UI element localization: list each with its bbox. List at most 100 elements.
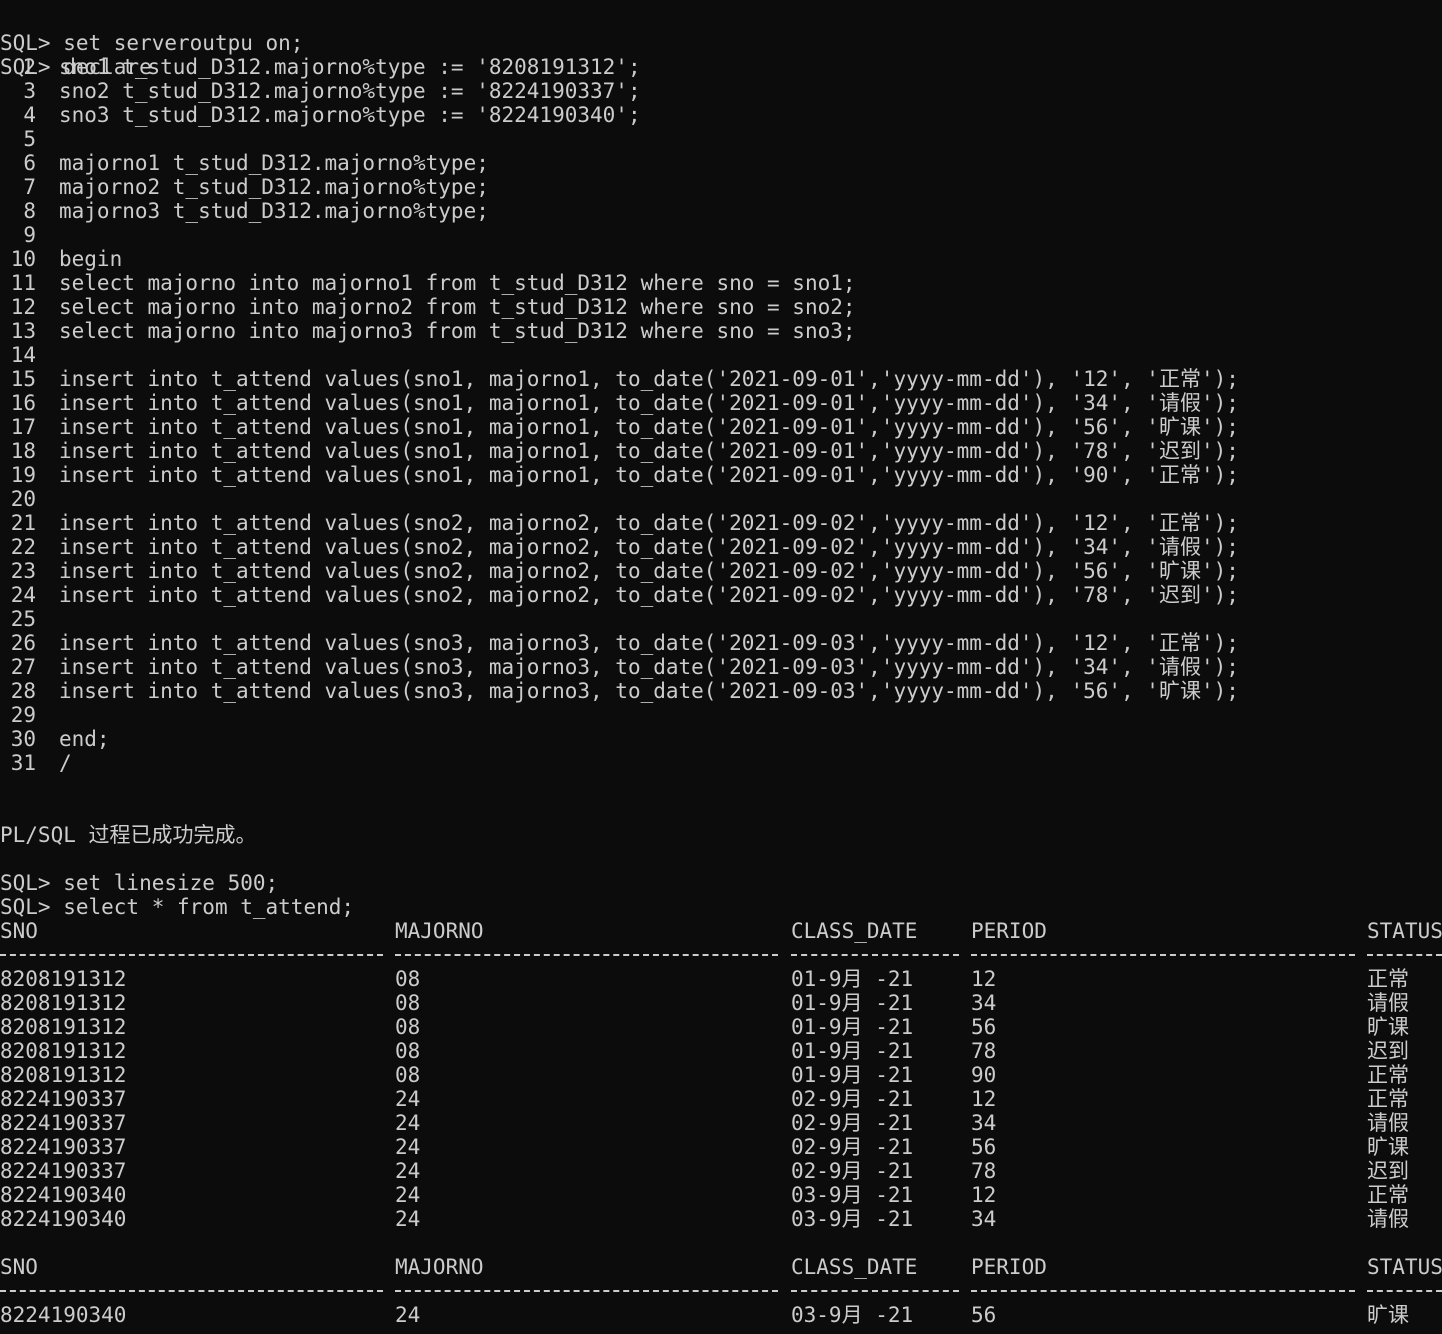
table-cell: 8224190337 <box>0 1159 127 1183</box>
table-row: 8224190337 24 02-9月 -21 34 请假 <box>0 1111 1442 1135</box>
code-line: 8 majorno3 t_stud_D312.majorno%type; <box>0 199 1442 223</box>
table-row: 8208191312 08 01-9月 -21 34 请假 <box>0 991 1442 1015</box>
column-separator <box>395 1290 778 1292</box>
line-number: 20 <box>10 487 36 511</box>
table-cell: 01-9月 -21 <box>791 991 914 1015</box>
table-cell: 34 <box>971 991 997 1015</box>
code-line: 6 majorno1 t_stud_D312.majorno%type; <box>0 151 1442 175</box>
table-cell: 8208191312 <box>0 991 127 1015</box>
column-header-status: STATUS <box>1367 919 1442 943</box>
code-line: 18 insert into t_attend values(sno1, majo… <box>0 439 1442 463</box>
code-line: 17 insert into t_attend values(sno1, majo… <box>0 415 1442 439</box>
table-cell: 03-9月 -21 <box>791 1183 914 1207</box>
table-cell: 34 <box>971 1111 997 1135</box>
code-text: insert into t_attend values(sno2, majorn… <box>59 535 1239 559</box>
terminal-window[interactable]: SQL> set serveroutpu on; SQL> declare 2s… <box>0 7 1442 1327</box>
table-cell: 正常 <box>1367 1063 1409 1087</box>
code-text: insert into t_attend values(sno1, majorn… <box>59 439 1239 463</box>
code-text: insert into t_attend values(sno2, majorn… <box>59 511 1239 535</box>
table-cell: 24 <box>395 1111 421 1135</box>
table-cell: 34 <box>971 1207 997 1231</box>
code-text: insert into t_attend values(sno1, majorn… <box>59 415 1239 439</box>
code-line: 9 <box>0 223 1442 247</box>
table-cell: 56 <box>971 1015 997 1039</box>
code-line: 19 insert into t_attend values(sno1, majo… <box>0 463 1442 487</box>
column-separator <box>971 1290 1355 1292</box>
line-number: 15 <box>10 367 36 391</box>
code-line: 24 insert into t_attend values(sno2, majo… <box>0 583 1442 607</box>
table-cell: 78 <box>971 1159 997 1183</box>
table-cell: 08 <box>395 967 421 991</box>
result-message-line: PL/SQL 过程已成功完成。 <box>0 799 1442 847</box>
sql-prompt-line: SQL> set linesize 500; <box>0 847 1442 895</box>
line-number: 31 <box>10 751 36 775</box>
code-line: 7 majorno2 t_stud_D312.majorno%type; <box>0 175 1442 199</box>
code-text: insert into t_attend values(sno3, majorn… <box>59 631 1239 655</box>
sql-prompt-line: SQL> declare <box>0 31 1442 79</box>
table-cell: 12 <box>971 1087 997 1111</box>
result-table-page: SNO MAJORNO CLASS_DATE PERIOD STATUS 82081913… <box>0 919 1442 1231</box>
table-cell: 8224190340 <box>0 1183 127 1207</box>
column-header-sno: SNO <box>0 919 38 943</box>
code-line: 28 insert into t_attend values(sno3, majo… <box>0 679 1442 703</box>
code-text: insert into t_attend values(sno3, majorn… <box>59 655 1239 679</box>
code-line: 3 sno2 t_stud_D312.majorno%type := '82241… <box>0 79 1442 103</box>
table-cell: 24 <box>395 1159 421 1183</box>
line-number: 24 <box>10 583 36 607</box>
line-number: 3 <box>23 79 36 103</box>
code-line: 26 insert into t_attend values(sno3, majo… <box>0 631 1442 655</box>
line-number: 8 <box>23 199 36 223</box>
table-cell: 请假 <box>1367 1111 1409 1135</box>
code-line: 12 select majorno into majorno2 from t_st… <box>0 295 1442 319</box>
table-cell: 24 <box>395 1183 421 1207</box>
line-number: 19 <box>10 463 36 487</box>
code-line: 10 begin <box>0 247 1442 271</box>
line-number: 16 <box>10 391 36 415</box>
column-header-class-date: CLASS_DATE <box>791 1255 918 1279</box>
column-header-period: PERIOD <box>971 1255 1047 1279</box>
code-text: insert into t_attend values(sno1, majorn… <box>59 367 1239 391</box>
table-cell: 08 <box>395 991 421 1015</box>
code-line: 13 select majorno into majorno3 from t_st… <box>0 319 1442 343</box>
code-line: 5 <box>0 127 1442 151</box>
code-text: end; <box>59 727 110 751</box>
table-cell: 56 <box>971 1135 997 1159</box>
table-row: 8224190337 24 02-9月 -21 12 正常 <box>0 1087 1442 1111</box>
code-line: 25 <box>0 607 1442 631</box>
line-number: 12 <box>10 295 36 319</box>
table-cell: 请假 <box>1367 991 1409 1015</box>
table-cell: 08 <box>395 1063 421 1087</box>
column-separator <box>791 1290 959 1292</box>
code-line: 4 sno3 t_stud_D312.majorno%type := '82241… <box>0 103 1442 127</box>
code-text: begin <box>59 247 123 271</box>
table-row: 8208191312 08 01-9月 -21 90 正常 <box>0 1063 1442 1087</box>
code-text: / <box>59 751 72 775</box>
sql-prompt-line: SQL> set serveroutpu on; <box>0 7 1442 55</box>
table-cell: 旷课 <box>1367 1135 1409 1159</box>
code-text: insert into t_attend values(sno2, majorn… <box>59 583 1239 607</box>
code-text: insert into t_attend values(sno2, majorn… <box>59 559 1239 583</box>
code-text: majorno3 t_stud_D312.majorno%type; <box>59 199 489 223</box>
code-text: select majorno into majorno1 from t_stud… <box>59 271 856 295</box>
table-cell: 01-9月 -21 <box>791 1063 914 1087</box>
column-separator <box>791 954 959 956</box>
code-line: 22 insert into t_attend values(sno2, majo… <box>0 535 1442 559</box>
code-line: 31 / <box>0 751 1442 775</box>
code-line: 30 end; <box>0 727 1442 751</box>
column-header-class-date: CLASS_DATE <box>791 919 918 943</box>
table-row: 8208191312 08 01-9月 -21 12 正常 <box>0 967 1442 991</box>
table-row: 8224190340 24 03-9月 -21 12 正常 <box>0 1183 1442 1207</box>
table-cell: 02-9月 -21 <box>791 1159 914 1183</box>
table-cell: 01-9月 -21 <box>791 1015 914 1039</box>
code-text: sno3 t_stud_D312.majorno%type := '822419… <box>59 103 641 127</box>
code-line: 27 insert into t_attend values(sno3, majo… <box>0 655 1442 679</box>
code-line: 14 <box>0 343 1442 367</box>
table-cell: 迟到 <box>1367 1039 1409 1063</box>
table-cell: 8208191312 <box>0 1015 127 1039</box>
column-header-sno: SNO <box>0 1255 38 1279</box>
line-number: 13 <box>10 319 36 343</box>
line-number: 4 <box>23 103 36 127</box>
table-cell: 迟到 <box>1367 1159 1409 1183</box>
